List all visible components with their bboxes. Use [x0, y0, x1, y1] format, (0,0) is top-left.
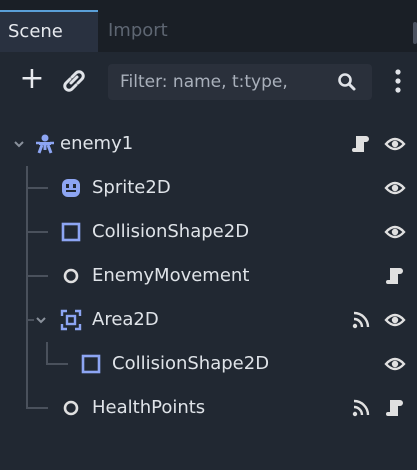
- visibility-icon[interactable]: [384, 133, 406, 155]
- collisionshape2d-icon: [81, 354, 101, 374]
- node-icon: [63, 268, 79, 284]
- tree-item-healthpoints[interactable]: HealthPoints: [0, 386, 417, 430]
- visibility-icon[interactable]: [384, 221, 406, 243]
- sprite2d-icon: [62, 179, 80, 197]
- signal-icon[interactable]: [350, 397, 372, 419]
- tab-import[interactable]: Import: [108, 10, 168, 52]
- scene-toolbar: +: [0, 52, 417, 112]
- area2d-icon: [60, 309, 82, 331]
- signal-icon[interactable]: [350, 309, 372, 331]
- script-icon[interactable]: [384, 265, 406, 287]
- collisionshape2d-icon: [61, 222, 81, 242]
- filter-input[interactable]: [120, 64, 330, 100]
- tree-item-enemymovement[interactable]: EnemyMovement: [0, 254, 417, 298]
- tab-menu-handle[interactable]: [413, 22, 417, 44]
- filter-box: [108, 64, 372, 100]
- node-name: Area2D: [92, 309, 159, 330]
- chevron-down-icon[interactable]: [12, 137, 26, 151]
- node-name: CollisionShape2D: [92, 221, 250, 242]
- node-name: EnemyMovement: [92, 265, 250, 286]
- node-name: enemy1: [60, 133, 134, 154]
- node-name: HealthPoints: [92, 397, 206, 418]
- scene-root-icon: [36, 134, 54, 154]
- scene-dock: + Filter: name, t:type, enemy1 Sprite2D …: [0, 52, 417, 470]
- scene-menu-button[interactable]: [388, 66, 408, 96]
- script-icon[interactable]: [384, 397, 406, 419]
- visibility-icon[interactable]: [384, 353, 406, 375]
- vertical-dots-icon: [395, 69, 401, 93]
- link-icon: [63, 70, 85, 92]
- search-icon: [338, 73, 356, 91]
- tree-item-collisionshape2d[interactable]: CollisionShape2D: [0, 210, 417, 254]
- tree-item-collisionshape2d[interactable]: CollisionShape2D: [0, 342, 417, 386]
- tab-scene[interactable]: Scene: [0, 10, 98, 52]
- visibility-icon[interactable]: [384, 177, 406, 199]
- chevron-down-icon[interactable]: [34, 313, 48, 327]
- script-icon[interactable]: [350, 133, 372, 155]
- tree-item-enemy1[interactable]: enemy1: [0, 122, 417, 166]
- tree-item-area2d[interactable]: Area2D: [0, 298, 417, 342]
- node-icon: [63, 400, 79, 416]
- dock-tab-bar: Scene Import: [0, 0, 417, 52]
- instance-scene-button[interactable]: [58, 66, 90, 96]
- node-name: CollisionShape2D: [112, 353, 270, 374]
- visibility-icon[interactable]: [384, 309, 406, 331]
- node-name: Sprite2D: [92, 177, 171, 198]
- add-node-button[interactable]: +: [14, 62, 50, 98]
- tree-item-sprite2d[interactable]: Sprite2D: [0, 166, 417, 210]
